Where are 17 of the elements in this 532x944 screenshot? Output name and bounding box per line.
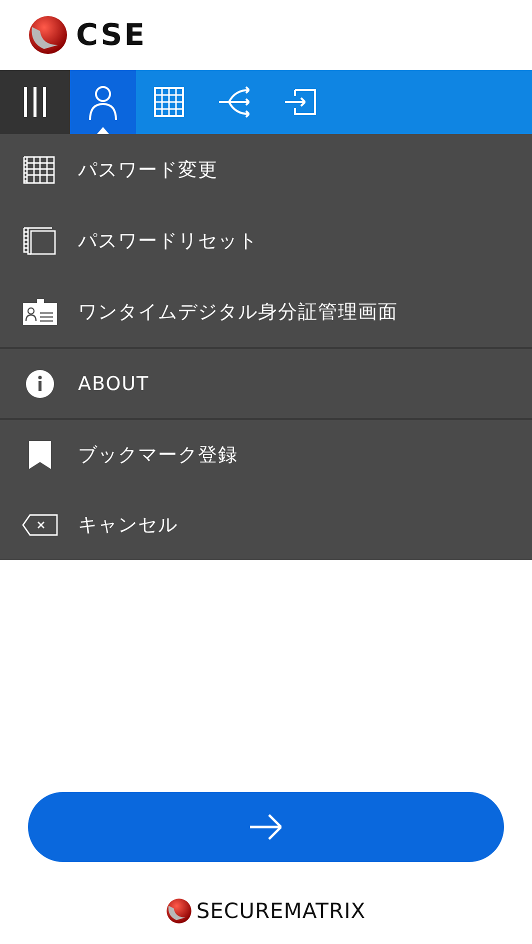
menu-item[interactable]: ワンタイムデジタル身分証管理画面 xyxy=(0,276,532,347)
menu-item[interactable]: ブックマーク登録 xyxy=(0,418,532,489)
arrow-right-icon xyxy=(248,812,284,842)
logo-text: CSE xyxy=(76,18,147,52)
document-icon xyxy=(22,226,58,256)
logo-sphere-icon xyxy=(28,15,68,55)
logo-text: SECUREMATRIX xyxy=(196,899,366,923)
grid-icon xyxy=(151,84,187,120)
menu-item[interactable]: パスワードリセット xyxy=(0,205,532,276)
id-card-icon xyxy=(22,297,58,327)
menu-item[interactable]: キャンセル xyxy=(0,489,532,560)
menu-button[interactable] xyxy=(0,70,70,134)
menu-icon xyxy=(22,87,48,117)
logo-sphere-icon xyxy=(166,898,192,924)
nav-tab[interactable] xyxy=(70,70,136,134)
menu-item[interactable]: パスワード変更 xyxy=(0,134,532,205)
menu-item[interactable]: ABOUT xyxy=(0,347,532,418)
